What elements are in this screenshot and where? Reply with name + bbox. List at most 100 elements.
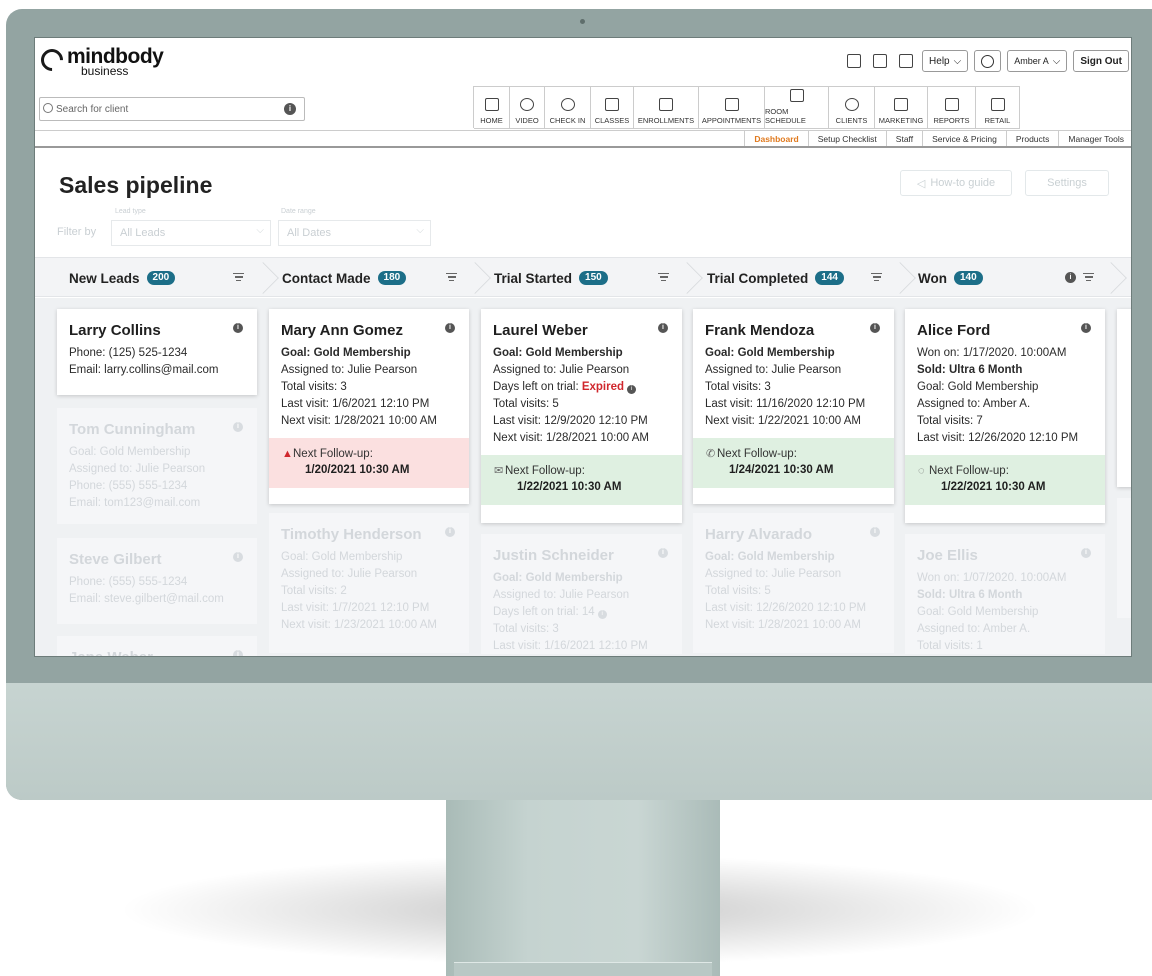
info-icon[interactable]: i	[1065, 272, 1076, 283]
lead-card[interactable]: i Justin Schneider Goal: Gold Membership…	[481, 534, 682, 654]
lead-card[interactable]: i Steve Gilbert Phone: (555) 555-1234 Em…	[57, 538, 257, 624]
lead-type-label: Lead type	[115, 208, 146, 215]
enrollments-icon	[659, 98, 673, 111]
info-icon[interactable]: i	[284, 103, 296, 115]
info-icon[interactable]: i	[445, 323, 455, 333]
chevron-divider	[1103, 258, 1117, 298]
nav-check-in[interactable]: CHECK IN	[545, 87, 591, 129]
subnav-manager-tools[interactable]: Manager Tools	[1058, 131, 1131, 146]
download-icon[interactable]	[873, 54, 888, 68]
column-header-trial-completed[interactable]: Trial Completed 144	[707, 258, 844, 298]
clock-button[interactable]	[974, 50, 1002, 72]
messages-icon[interactable]	[847, 54, 862, 68]
info-icon[interactable]: i	[233, 650, 243, 656]
nav-enrollments[interactable]: ENROLLMENTS	[634, 87, 699, 129]
column-header-won[interactable]: Won 140	[918, 258, 983, 298]
date-range-label: Date range	[281, 208, 316, 215]
info-icon[interactable]: i	[233, 552, 243, 562]
settings-button[interactable]: Settings	[1025, 170, 1109, 196]
chevron-divider	[255, 258, 269, 298]
filter-icon[interactable]	[1083, 273, 1094, 282]
subnav-products[interactable]: Products	[1005, 131, 1059, 146]
subnav-service-pricing[interactable]: Service & Pricing	[922, 131, 1006, 146]
info-icon[interactable]: i	[870, 323, 880, 333]
sign-out-button[interactable]: Sign Out	[1073, 50, 1129, 72]
warning-icon: ▲	[282, 448, 293, 460]
nav-appointments[interactable]: APPOINTMENTS	[699, 87, 765, 129]
filter-icon[interactable]	[233, 273, 244, 282]
info-icon[interactable]: i	[870, 527, 880, 537]
person-icon	[844, 98, 859, 111]
classes-icon	[605, 98, 619, 111]
user-menu-button[interactable]: Amber A ⌵	[1007, 50, 1068, 72]
lead-card[interactable]: i Jane Weber	[57, 636, 257, 656]
clock-icon	[981, 54, 995, 68]
info-icon[interactable]: i	[1081, 323, 1091, 333]
client-search[interactable]: Search for client i	[39, 97, 305, 121]
checklist-icon[interactable]	[899, 54, 914, 68]
lead-card-partial[interactable]	[1117, 309, 1131, 487]
nav-reports[interactable]: REPORTS	[928, 87, 976, 129]
subnav-dashboard[interactable]: Dashboard	[744, 131, 807, 146]
play-icon	[520, 98, 534, 111]
chevron-down-icon: ⌵	[953, 55, 962, 67]
nav-video[interactable]: VIDEO	[510, 87, 545, 129]
nav-home[interactable]: HOME	[474, 87, 510, 129]
phone-icon: ✆	[706, 448, 716, 460]
lead-card[interactable]: i Larry Collins Phone: (125) 525-1234 Em…	[57, 309, 257, 395]
how-to-guide-button[interactable]: ◁ How-to guide	[900, 170, 1012, 196]
info-icon[interactable]: i	[1081, 548, 1091, 558]
lead-card[interactable]: i Mary Ann Gomez Goal: Gold Membership A…	[269, 309, 469, 504]
search-placeholder: Search for client	[56, 103, 129, 115]
column-header-new-leads[interactable]: New Leads 200	[69, 258, 176, 298]
follow-up[interactable]: ✉ Next Follow-up: 1/22/2021 10:30 AM	[481, 455, 682, 505]
filter-icon[interactable]	[871, 273, 882, 282]
door-icon	[789, 89, 804, 102]
nav-classes[interactable]: CLASSES	[591, 87, 634, 129]
chevron-divider	[892, 258, 906, 298]
nav-room-schedule[interactable]: ROOM SCHEDULE	[765, 87, 829, 129]
lead-type-select[interactable]: All Leads	[111, 219, 271, 246]
calendar-icon	[724, 98, 739, 111]
check-in-icon	[560, 98, 575, 111]
follow-up[interactable]: ◌ Next Follow-up: 1/22/2021 10:30 AM	[905, 455, 1105, 505]
info-icon[interactable]: i	[658, 323, 668, 333]
filter-icon[interactable]	[446, 273, 457, 282]
follow-up-overdue[interactable]: ▲ Next Follow-up: 1/20/2021 10:30 AM	[269, 438, 469, 488]
help-button[interactable]: Help ⌵	[922, 50, 969, 72]
info-icon[interactable]: i	[627, 385, 637, 394]
trial-expired-label: Expired	[581, 381, 625, 393]
chevron-down-icon: ⌵	[1052, 55, 1061, 67]
logo-ring-icon	[36, 44, 68, 76]
lead-card[interactable]: i Harry Alvarado Goal: Gold Membership A…	[693, 513, 894, 653]
subnav-staff[interactable]: Staff	[885, 131, 922, 146]
column-header-contact-made[interactable]: Contact Made 180	[282, 258, 407, 298]
lead-card[interactable]: i Tom Cunningham Goal: Gold Membership A…	[57, 408, 257, 524]
lead-card[interactable]: i Timothy Henderson Goal: Gold Membershi…	[269, 513, 469, 653]
lead-card[interactable]: i Frank Mendoza Goal: Gold Membership As…	[693, 309, 894, 504]
column-header-trial-started[interactable]: Trial Started 150	[494, 258, 608, 298]
filter-icon[interactable]	[658, 273, 669, 282]
lead-card[interactable]: i Laurel Weber Goal: Gold Membership Ass…	[481, 309, 682, 523]
lead-card[interactable]: i Alice Ford Won on: 1/17/2020. 10:00AM …	[905, 309, 1105, 523]
info-icon[interactable]: i	[445, 527, 455, 537]
count-badge: 200	[146, 271, 176, 285]
monitor-stand	[446, 798, 720, 976]
info-icon[interactable]: i	[233, 422, 243, 432]
mindbody-logo[interactable]: mindbody business	[36, 44, 164, 77]
nav-retail[interactable]: RETAIL	[976, 87, 1020, 129]
lead-card-partial[interactable]	[1117, 498, 1131, 618]
date-range-select[interactable]: All Dates	[278, 219, 431, 246]
megaphone-icon	[894, 98, 908, 111]
follow-up[interactable]: ✆ Next Follow-up: 1/24/2021 10:30 AM	[693, 438, 894, 488]
count-badge: 140	[954, 271, 983, 285]
count-badge: 144	[815, 271, 844, 285]
info-icon[interactable]: i	[658, 548, 668, 558]
camera-icon	[580, 19, 585, 24]
nav-clients[interactable]: CLIENTS	[829, 87, 875, 129]
subnav-setup-checklist[interactable]: Setup Checklist	[807, 131, 886, 146]
nav-marketing[interactable]: MARKETING	[875, 87, 928, 129]
info-icon[interactable]: i	[597, 610, 607, 619]
lead-card[interactable]: i Joe Ellis Won on: 1/07/2020. 10:00AM S…	[905, 534, 1105, 654]
info-icon[interactable]: i	[233, 323, 243, 333]
